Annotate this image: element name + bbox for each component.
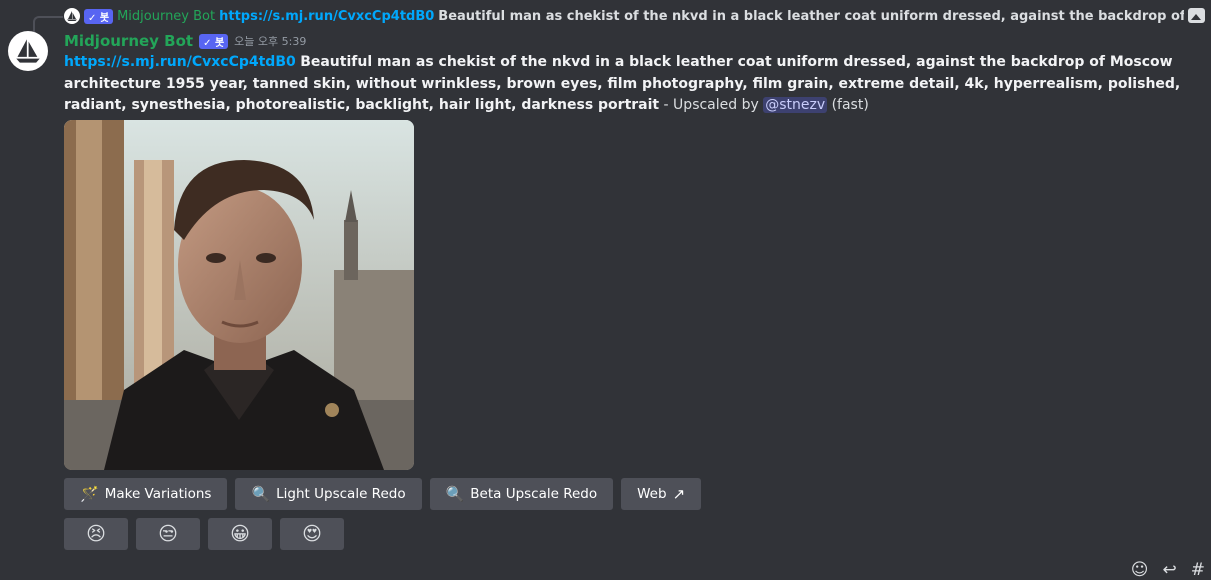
magnifier-icon: 🔍 xyxy=(251,485,271,503)
reply-preview[interactable]: ✓ 봇 Midjourney Bot https://s.mj.run/Cvxc… xyxy=(64,7,1184,25)
reply-link[interactable]: https://s.mj.run/CvxcCp4tdB0 xyxy=(219,9,434,24)
beta-upscale-redo-button[interactable]: 🔍 Beta Upscale Redo xyxy=(429,478,614,510)
external-link-icon: ↗ xyxy=(672,485,686,503)
sailboat-icon xyxy=(67,11,77,21)
reply-author[interactable]: Midjourney Bot xyxy=(117,9,215,24)
message-content: https://s.mj.run/CvxcCp4tdB0 Beautiful m… xyxy=(64,52,1189,117)
reaction-grinning[interactable]: 😀 xyxy=(208,518,272,550)
button-label: Beta Upscale Redo xyxy=(470,486,598,502)
author-name[interactable]: Midjourney Bot xyxy=(64,32,193,50)
bot-badge: ✓ 봇 xyxy=(84,8,114,24)
speed-text: (fast) xyxy=(827,97,869,113)
magic-wand-icon: 🪄 xyxy=(80,485,99,503)
add-reaction-icon[interactable]: ☺ xyxy=(1131,560,1149,580)
upscaled-by-text: - Upscaled by xyxy=(659,97,764,113)
user-mention[interactable]: @stnezv xyxy=(763,97,828,113)
reaction-persevere[interactable]: 😣 xyxy=(64,518,128,550)
thread-icon[interactable]: # xyxy=(1191,560,1205,580)
reaction-heart-eyes[interactable]: 😍 xyxy=(280,518,344,550)
button-label: Light Upscale Redo xyxy=(276,486,406,502)
make-variations-button[interactable]: 🪄 Make Variations xyxy=(64,478,228,510)
reply-avatar xyxy=(64,8,80,24)
image-icon xyxy=(1188,8,1205,23)
message-hover-actions: ☺ ↩ # xyxy=(1131,558,1205,580)
light-upscale-redo-button[interactable]: 🔍 Light Upscale Redo xyxy=(235,478,422,510)
author-avatar[interactable] xyxy=(8,31,48,71)
message-header: Midjourney Bot ✓ 봇 오늘 오후 5:39 xyxy=(64,31,306,51)
action-buttons: 🪄 Make Variations 🔍 Light Upscale Redo 🔍… xyxy=(64,478,702,510)
reaction-buttons: 😣 😒 😀 😍 xyxy=(64,518,344,550)
timestamp: 오늘 오후 5:39 xyxy=(234,35,307,48)
reply-icon[interactable]: ↩ xyxy=(1163,560,1177,580)
web-link-button[interactable]: Web ↗ xyxy=(621,478,702,510)
reply-text: Beautiful man as chekist of the nkvd in … xyxy=(438,8,1184,24)
portrait-image xyxy=(64,120,414,470)
reaction-unamused[interactable]: 😒 xyxy=(136,518,200,550)
generated-image[interactable] xyxy=(64,120,414,470)
button-label: Web xyxy=(637,486,667,502)
button-label: Make Variations xyxy=(104,486,212,502)
sailboat-icon xyxy=(16,39,40,63)
magnifier-icon: 🔍 xyxy=(445,485,465,503)
prompt-link[interactable]: https://s.mj.run/CvxcCp4tdB0 xyxy=(64,54,296,70)
reply-connector xyxy=(33,16,63,32)
bot-badge: ✓ 봇 xyxy=(199,33,229,49)
